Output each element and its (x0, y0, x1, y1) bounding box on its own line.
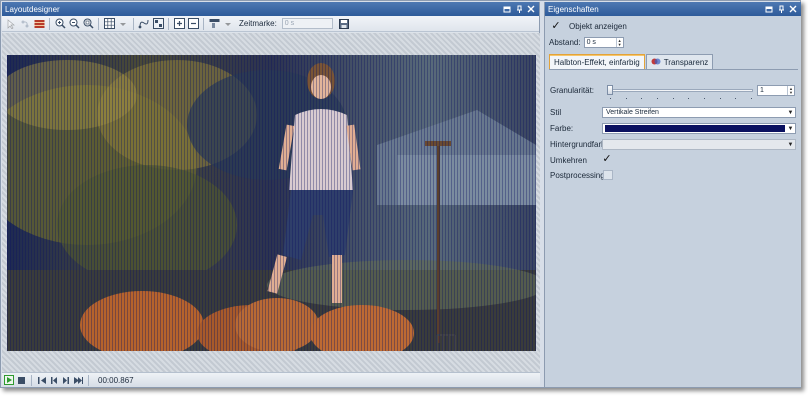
abstand-label: Abstand: (549, 38, 581, 47)
granularitaet-slider-thumb[interactable] (607, 85, 613, 95)
float-icon[interactable] (502, 5, 511, 14)
pin-icon[interactable] (514, 5, 523, 14)
layoutdesigner-title: Layoutdesigner (5, 4, 60, 14)
umkehren-label: Umkehren (550, 156, 587, 165)
layoutdesigner-titlebar: Layoutdesigner (2, 2, 539, 16)
hintergrundfarbe-swatch (605, 141, 785, 148)
close-icon[interactable] (788, 5, 797, 14)
properties-panel: Eigenschaften ✓ Objekt anzeigen Abstand: (544, 2, 801, 387)
tab-halbton-effekt[interactable]: Halbton-Effekt, einfarbig (549, 54, 645, 69)
align-icon[interactable] (208, 18, 220, 30)
layoutdesigner-panel: Layoutdesigner Zeitmarke: 0 s 00:00.867 (2, 2, 540, 387)
effect-tabs: Halbton-Effekt, einfarbig Transparenz (549, 54, 714, 69)
transport-separator (88, 374, 89, 386)
show-object-checkbox[interactable]: ✓ (551, 20, 561, 31)
farbe-swatch (605, 125, 785, 132)
play-icon[interactable] (4, 375, 14, 386)
skip-to-start-icon[interactable] (37, 375, 47, 386)
close-icon[interactable] (526, 5, 535, 14)
abstand-value: 0 s (586, 39, 596, 46)
transport-separator (31, 374, 32, 386)
layoutdesigner-toolbar: Zeitmarke: 0 s (2, 16, 539, 32)
chevron-down-icon[interactable]: ▼ (786, 124, 795, 133)
path-edit-icon[interactable] (19, 18, 31, 30)
pin-icon[interactable] (776, 5, 785, 14)
toolbar-separator (98, 17, 99, 30)
link-path-icon[interactable] (138, 18, 150, 30)
remove-keyframe-icon[interactable] (187, 18, 199, 30)
transport-bar: 00:00.867 (2, 372, 540, 387)
postprocessing-checkbox[interactable] (603, 170, 613, 180)
film-strip-icon[interactable] (33, 18, 45, 30)
postprocessing-label: Postprocessing (550, 171, 605, 180)
farbe-label: Farbe: (550, 124, 574, 133)
zoom-fit-icon[interactable] (82, 18, 94, 30)
group-icon[interactable] (152, 18, 164, 30)
float-icon[interactable] (764, 5, 773, 14)
abstand-row: Abstand: 0 s ▲ ▼ (549, 37, 624, 48)
playback-time: 00:00.867 (98, 375, 134, 385)
grid-icon[interactable] (103, 18, 115, 30)
granularitaet-slider-track[interactable] (607, 89, 753, 92)
hintergrundfarbe-color-picker[interactable]: ▼ (602, 139, 796, 150)
farbe-color-picker[interactable]: ▼ (602, 123, 796, 134)
stop-icon[interactable] (16, 375, 26, 386)
zeitmarke-label: Zeitmarke: (239, 19, 277, 28)
next-frame-icon[interactable] (61, 375, 71, 386)
align-dropdown-icon[interactable] (222, 18, 234, 30)
umkehren-checkbox[interactable]: ✓ (602, 153, 612, 164)
toolbar-separator (203, 17, 204, 30)
transparency-icon (651, 57, 661, 68)
granularitaet-spinner[interactable]: 1 ▲ ▼ (757, 85, 795, 96)
preview-stage (2, 33, 540, 372)
chevron-down-icon[interactable]: ▼ (786, 140, 795, 149)
spinner-arrows-icon[interactable]: ▲ ▼ (787, 86, 794, 95)
granularitaet-label: Granularität: (550, 86, 595, 95)
zeitmarke-input[interactable]: 0 s (281, 18, 333, 29)
show-object-label: Objekt anzeigen (569, 21, 627, 31)
previous-frame-icon[interactable] (49, 375, 59, 386)
stil-value: Vertikale Streifen (606, 109, 659, 116)
skip-to-end-icon[interactable] (73, 375, 83, 386)
granularitaet-value: 1 (760, 87, 764, 94)
tab-transparenz[interactable]: Transparenz (645, 54, 714, 69)
chevron-down-icon[interactable]: ▼ (786, 108, 795, 117)
toolbar-separator (49, 17, 50, 30)
properties-titlebar: Eigenschaften (545, 2, 801, 16)
stil-dropdown[interactable]: Vertikale Streifen ▼ (602, 107, 796, 118)
toolbar-separator (168, 17, 169, 30)
show-object-row: ✓ Objekt anzeigen (551, 20, 627, 31)
app-window: Layoutdesigner Zeitmarke: 0 s 00:00.867 … (0, 0, 801, 388)
halbton-tab-content: Granularität: 1 ▲ ▼ Stil Vertikale Streif… (549, 69, 798, 385)
pointer-icon[interactable] (5, 18, 17, 30)
tab-label: Halbton-Effekt, einfarbig (554, 57, 640, 67)
save-icon[interactable] (338, 18, 350, 30)
tab-label: Transparenz (663, 57, 709, 67)
preview-image[interactable] (7, 55, 536, 351)
stil-label: Stil (550, 108, 562, 117)
zoom-in-icon[interactable] (54, 18, 66, 30)
toolbar-separator (133, 17, 134, 30)
properties-title: Eigenschaften (548, 4, 599, 14)
zoom-out-icon[interactable] (68, 18, 80, 30)
add-keyframe-icon[interactable] (173, 18, 185, 30)
spinner-arrows-icon[interactable]: ▲ ▼ (615, 38, 623, 47)
grid-dropdown-icon[interactable] (117, 18, 129, 30)
slider-ticks (610, 98, 752, 99)
abstand-spinner[interactable]: 0 s ▲ ▼ (583, 37, 624, 48)
